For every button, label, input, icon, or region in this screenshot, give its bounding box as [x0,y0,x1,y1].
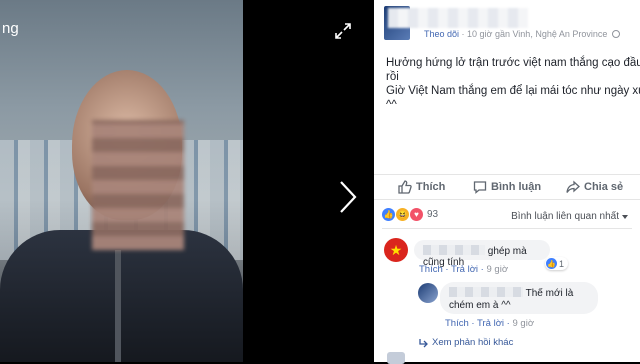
post-actions: Thích Bình luận Chia sẻ [374,174,640,200]
commenter-avatar-flag[interactable]: ★ [384,238,408,262]
post-panel: Theo dõi · 10 giờ gần Vinh, Nghệ An Prov… [374,0,640,364]
comment-like-count: 1 [559,258,565,269]
reply-reply-link[interactable]: Trả lời [477,318,504,329]
share-icon [566,180,580,193]
comment-reply-link[interactable]: Trả lời [451,264,478,275]
comment-sort-label: Bình luận liên quan nhất [511,211,619,222]
comment-time[interactable]: 9 giờ [487,264,509,275]
divider [382,228,632,229]
post-text-line: Hưởng hứng lở trận trước việt nam thắng … [386,57,640,69]
reply-like-link[interactable]: Thích [445,318,469,329]
more-replies-link[interactable]: Xem phản hồi khác [418,337,513,348]
photo[interactable] [0,0,243,362]
like-reaction-icon: 👍 [546,258,557,269]
comment-icon [473,181,487,194]
share-label: Chia sẻ [584,181,624,193]
post-meta: Theo dõi · 10 giờ gần Vinh, Nghệ An Prov… [424,29,620,39]
reply-author-avatar[interactable] [418,283,438,303]
reply-author-name-redacted[interactable] [449,287,523,297]
post-text-line: rồi [386,71,399,83]
poster-name-redacted[interactable] [388,8,528,28]
post-text-line: ^^ [386,99,397,111]
comment-bubble: ghép mà cũng tính [414,240,550,268]
like-button[interactable]: Thích [398,180,445,194]
face-blur [92,120,184,250]
viewer-title: ng [2,20,19,37]
more-replies-label: Xem phản hồi khác [432,337,514,348]
comment-button[interactable]: Bình luận [473,180,541,194]
post-time-location: · 10 giờ gần Vinh, Nghệ An Province [459,29,608,39]
caret-down-icon [622,214,628,219]
globe-icon [611,30,620,38]
post-text: Hưởng hứng lở trận trước việt nam thắng … [386,56,640,112]
reply-time[interactable]: 9 giờ [513,318,535,329]
next-photo-arrow-icon[interactable] [338,180,358,214]
reaction-summary[interactable]: 👍 😆 ♥ 93 [382,208,438,221]
love-reaction-icon: ♥ [410,208,423,221]
share-button[interactable]: Chia sẻ [566,180,623,194]
like-reaction-icon: 👍 [382,208,395,221]
next-comment-avatar[interactable] [387,352,405,364]
reply-arrow-icon [419,338,428,347]
reply-text-line2: chém em à ^^ [449,300,511,311]
comment-like-link[interactable]: Thích [419,264,443,275]
haha-reaction-icon: 😆 [396,208,409,221]
commenter-name-redacted[interactable] [423,245,485,255]
jacket-zipper [115,250,121,362]
comment-sort-dropdown[interactable]: Bình luận liên quan nhất [511,211,628,222]
comment-actions: Thích · Trả lời · 9 giờ [419,264,509,275]
reply-bubble: Thế mới là chém em à ^^ [440,282,598,314]
comment-label: Bình luận [491,181,542,193]
reaction-count: 93 [427,209,439,220]
post-text-line: Giờ Việt Nam thắng em để lại mái tóc như… [386,85,640,97]
photo-viewer: ng [0,0,374,362]
comment-like-badge[interactable]: 👍 1 [545,257,569,270]
reply-actions: Thích · Trả lời · 9 giờ [445,318,535,329]
expand-icon[interactable] [334,22,352,40]
thumb-up-icon [398,180,412,194]
reply-text-line1: Thế mới là [525,288,574,299]
follow-link[interactable]: Theo dõi [424,29,459,39]
like-label: Thích [416,181,446,193]
